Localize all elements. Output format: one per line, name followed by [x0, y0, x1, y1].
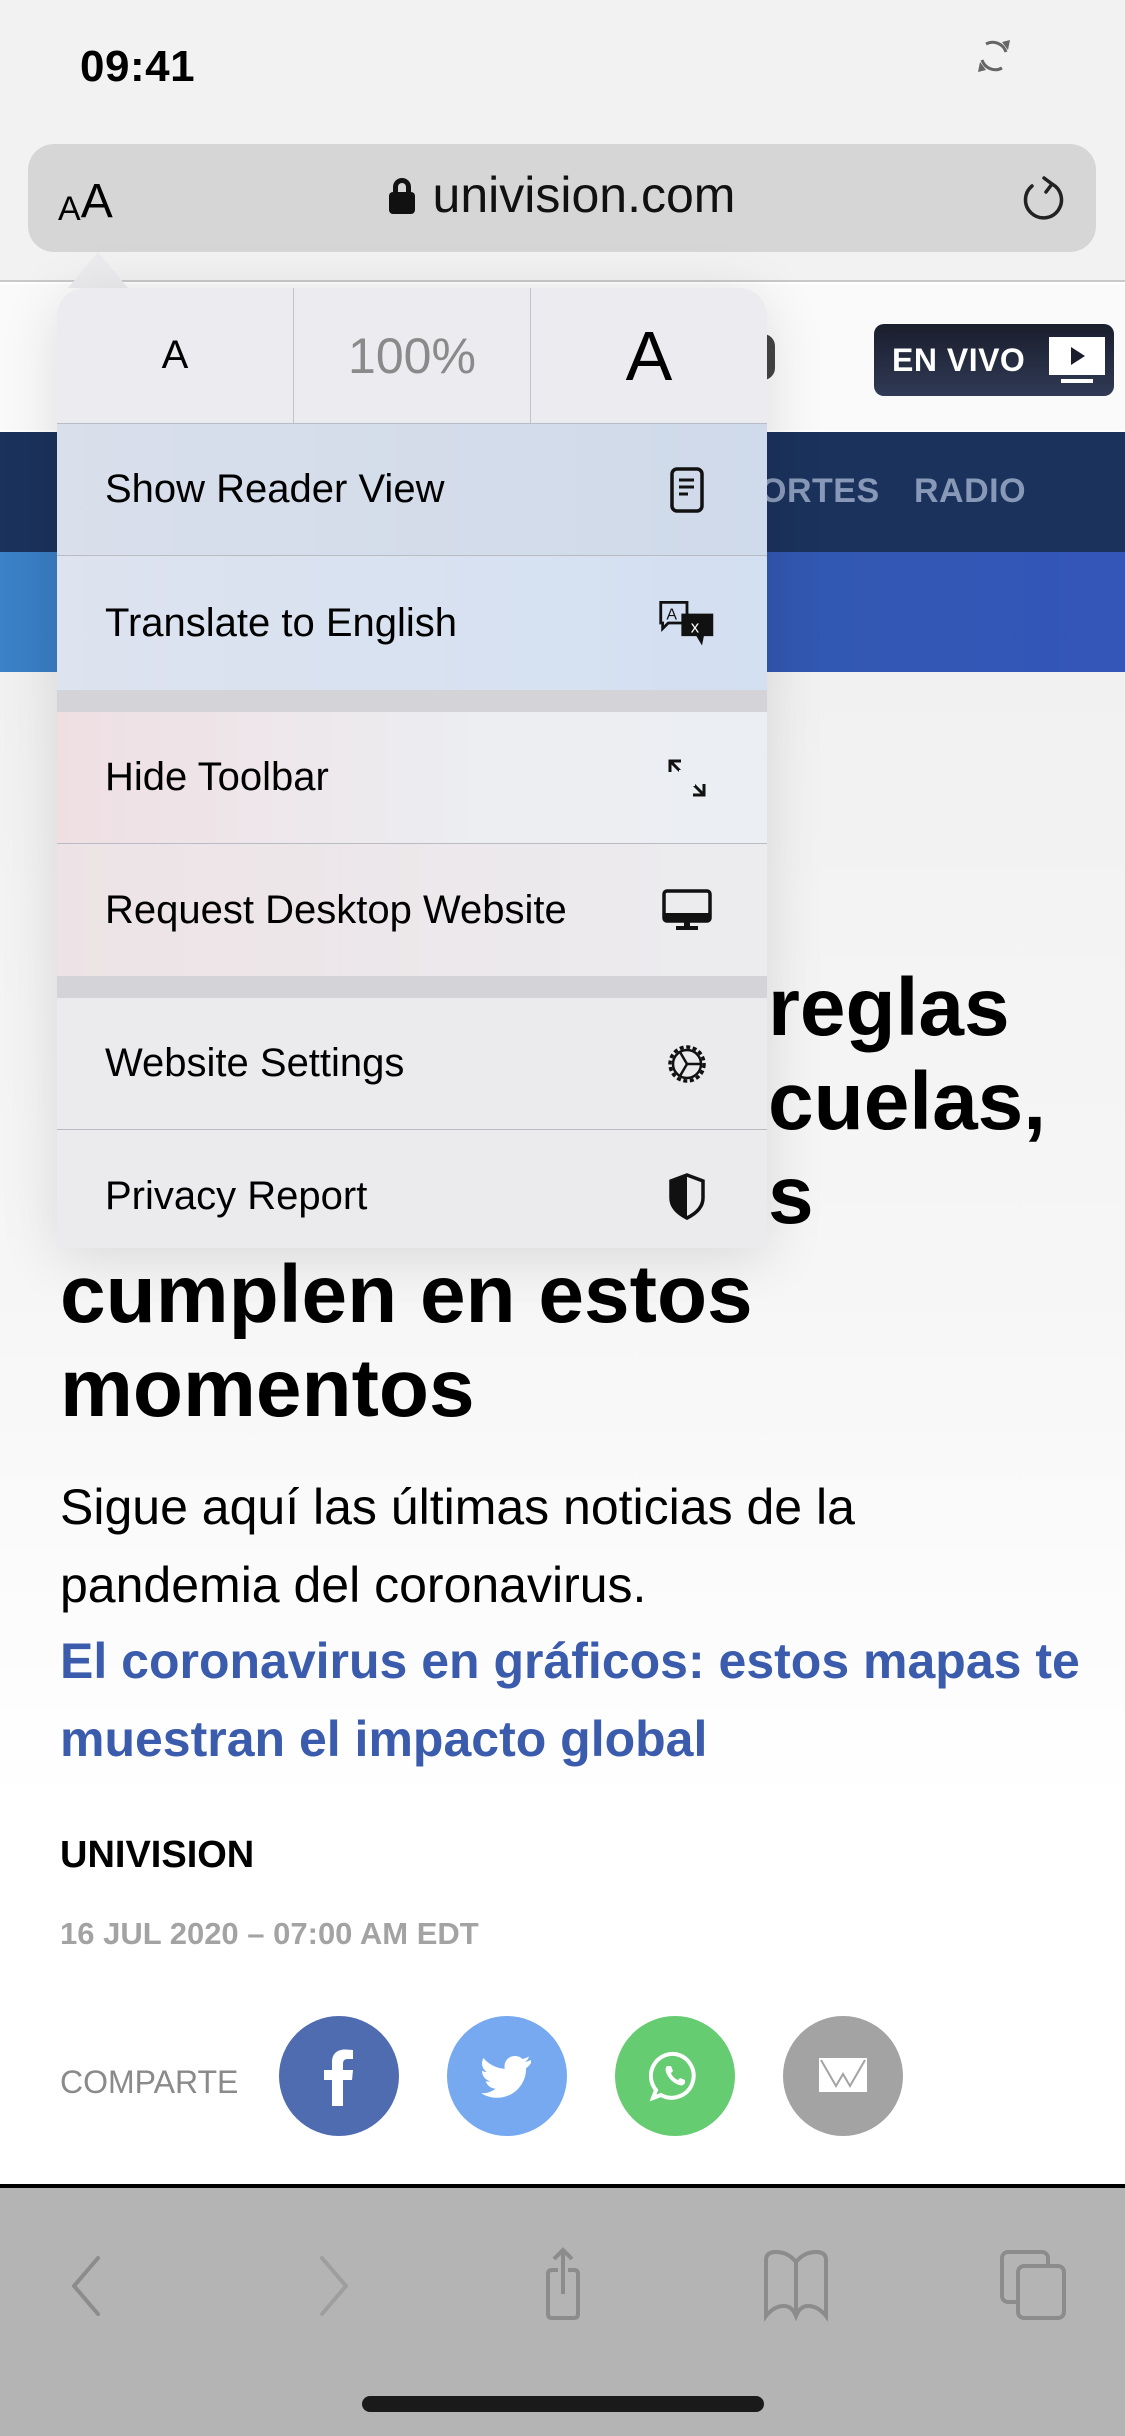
arrows-rotate-icon: [978, 40, 1010, 72]
gear-icon: [657, 1034, 717, 1094]
browser-top-chrome: 09:41 A A univision.com: [0, 0, 1125, 282]
status-time: 09:41: [80, 42, 196, 91]
decrease-text-label: A: [161, 333, 189, 377]
home-indicator[interactable]: [362, 2396, 764, 2412]
menu-item-website-settings[interactable]: Website Settings: [57, 998, 767, 1130]
chevron-right-icon[interactable]: [290, 2244, 370, 2324]
article-date: 16 JUL 2020 – 07:00 AM EDT: [60, 1916, 479, 1951]
headline-fragment: cuelas,: [768, 1056, 1047, 1147]
related-article-link[interactable]: El coronavirus en gráficos: estos mapas …: [60, 1622, 1080, 1778]
mail-icon: [819, 2058, 867, 2092]
live-button-label: EN VIVO: [892, 341, 1026, 378]
facebook-icon: [324, 2049, 353, 2106]
share-email-button[interactable]: [783, 2016, 903, 2136]
svg-text:A: A: [666, 606, 677, 623]
article-headline: cumplen en estos momentos: [60, 1248, 1060, 1436]
shield-icon: [657, 1166, 717, 1226]
url-domain: univision.com: [432, 167, 736, 223]
menu-item-label: Request Desktop Website: [105, 887, 567, 932]
menu-item-privacy-report[interactable]: Privacy Report: [57, 1130, 767, 1248]
increase-text-label: A: [625, 316, 673, 395]
expand-arrows-icon: [657, 748, 717, 808]
twitter-icon: [481, 2056, 531, 2098]
article-summary: Sigue aquí las últimas noticias de la pa…: [60, 1479, 855, 1613]
url-display[interactable]: univision.com: [28, 166, 1096, 224]
translate-icon: Ax: [657, 593, 717, 653]
share-whatsapp-button[interactable]: [615, 2016, 735, 2136]
headline-line: momentos: [60, 1343, 475, 1434]
chevron-left-icon[interactable]: [50, 2244, 130, 2324]
desktop-icon: [657, 880, 717, 940]
menu-item-request-desktop-website[interactable]: Request Desktop Website: [57, 844, 767, 976]
menu-item-hide-toolbar[interactable]: Hide Toolbar: [57, 712, 767, 844]
menu-item-show-reader-view[interactable]: Show Reader View: [57, 424, 767, 556]
live-button[interactable]: EN VIVO: [874, 324, 1114, 396]
menu-item-translate[interactable]: Translate to English Ax: [57, 556, 767, 690]
decrease-text-size-button[interactable]: A: [57, 288, 294, 423]
address-bar[interactable]: A A univision.com: [28, 144, 1096, 252]
share-icon[interactable]: [522, 2244, 602, 2324]
tv-play-icon: [1049, 337, 1106, 383]
lock-icon: [388, 178, 415, 214]
whatsapp-icon: [649, 2051, 696, 2102]
zoom-level[interactable]: 100%: [294, 288, 531, 423]
page-settings-menu: A 100% A Show Reader View Translate to E…: [57, 288, 767, 1248]
text-zoom-controls: A 100% A: [57, 288, 767, 424]
reader-view-icon: [657, 460, 717, 520]
headline-line: cumplen en estos: [60, 1249, 753, 1340]
nav-item-radio[interactable]: RADIO: [914, 472, 1026, 511]
menu-group-separator: [57, 690, 767, 712]
reload-icon[interactable]: [1018, 174, 1070, 226]
headline-fragment: reglas: [768, 962, 1010, 1053]
article-author: UNIVISION: [60, 1834, 255, 1876]
book-icon[interactable]: [758, 2244, 838, 2324]
menu-item-label: Hide Toolbar: [105, 755, 329, 799]
menu-item-label: Privacy Report: [105, 1173, 368, 1218]
share-facebook-button[interactable]: [279, 2016, 399, 2136]
share-twitter-button[interactable]: [447, 2016, 567, 2136]
zoom-level-value: 100%: [348, 327, 476, 384]
headline-fragment: s: [768, 1150, 814, 1241]
nav-item-deportes[interactable]: ORTES: [760, 472, 880, 511]
menu-group-separator: [57, 976, 767, 998]
share-label: COMPARTE: [60, 2064, 239, 2100]
menu-item-label: Translate to English: [105, 600, 458, 645]
menu-item-label: Website Settings: [105, 1041, 405, 1085]
tabs-icon[interactable]: [994, 2244, 1074, 2324]
increase-text-size-button[interactable]: A: [531, 288, 767, 423]
svg-text:x: x: [691, 617, 700, 636]
menu-item-label: Show Reader View: [105, 467, 445, 511]
popover-arrow: [68, 252, 128, 288]
